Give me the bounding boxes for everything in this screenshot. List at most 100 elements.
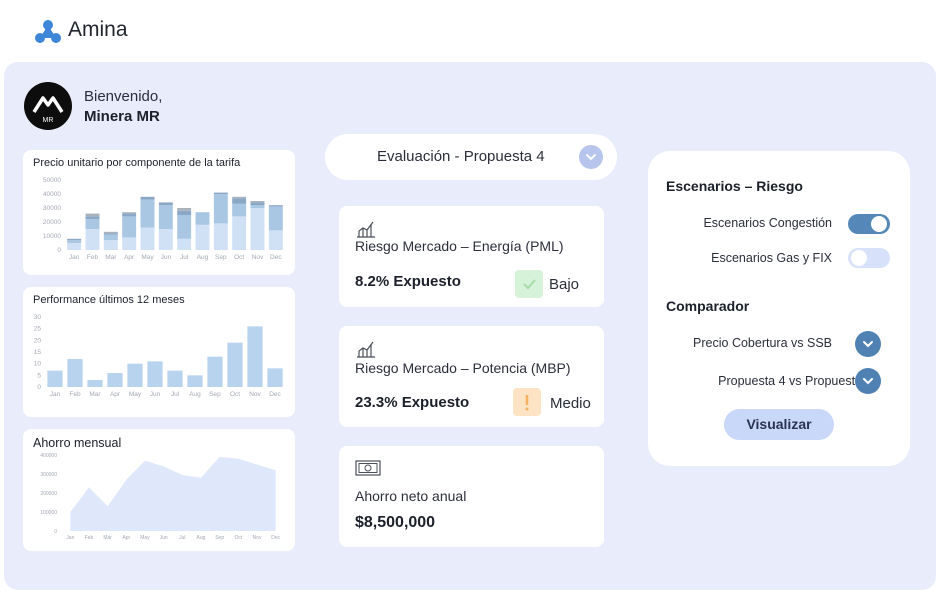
x-tick-label: Jan xyxy=(50,391,61,398)
bar-segment xyxy=(158,205,173,229)
x-tick-label: Jan xyxy=(69,254,80,261)
bar-segment xyxy=(213,194,228,224)
toggle-gas-fix[interactable] xyxy=(848,248,890,268)
kpi-card-energia: Riesgo Mercado – Energía (PML) 8.2% Expu… xyxy=(339,206,604,307)
status-box-bajo xyxy=(515,270,543,298)
evaluation-selected: Evaluación - Propuesta 4 xyxy=(377,148,545,165)
scenario-panel: Escenarios – Riesgo Escenarios Congestió… xyxy=(648,151,910,466)
bar-segment xyxy=(267,368,283,387)
bar-segment xyxy=(177,210,192,215)
y-tick-label: 400000 xyxy=(40,453,57,459)
precio-chart: 0 10000 20000 30000 40000 50000 Jan Feb Mar Apr Ma… xyxy=(43,177,283,261)
money-bill-icon xyxy=(355,460,381,476)
bar-segment xyxy=(187,375,203,387)
bar-segment xyxy=(85,219,100,229)
bar-segment xyxy=(122,212,137,214)
bar-segment xyxy=(67,359,83,387)
bar-segment xyxy=(250,205,265,208)
bar-segment xyxy=(207,356,223,387)
x-tick-label: Dec xyxy=(270,254,282,261)
bar-segment xyxy=(67,243,82,250)
bar-segment xyxy=(67,240,82,243)
x-tick-label: Aug xyxy=(197,535,206,541)
bar-segment xyxy=(213,192,228,194)
y-tick-label: 30000 xyxy=(43,205,61,212)
evaluation-dropdown[interactable]: Evaluación - Propuesta 4 xyxy=(325,134,617,180)
kpi-card-ahorro: Ahorro neto anual $8,500,000 xyxy=(339,446,604,547)
brand-name: Amina xyxy=(68,18,128,41)
bar-segment xyxy=(158,202,173,206)
kpi-value: 23.3% Expuesto xyxy=(355,394,470,411)
toggle-label-gas-fix: Escenarios Gas y FIX xyxy=(711,251,832,265)
bar-segment xyxy=(103,231,118,234)
x-tick-label: Feb xyxy=(87,254,99,261)
avatar[interactable]: MR xyxy=(24,82,72,130)
kpi-title: Riesgo Mercado – Potencia (MBP) xyxy=(355,360,571,376)
x-tick-label: Jun xyxy=(161,254,172,261)
bar-segment xyxy=(87,380,103,387)
comparador-heading: Comparador xyxy=(666,298,750,314)
bar-chart-icon xyxy=(357,221,375,238)
bar-segment xyxy=(140,227,155,250)
x-tick-label: Dec xyxy=(271,535,280,541)
status-box-medio xyxy=(513,388,541,416)
bar-segment xyxy=(250,202,265,206)
ahorro-chart: 0 100000 200000 300000 400000 Jan Feb Mar Apr May… xyxy=(40,453,280,541)
x-tick-label: Dec xyxy=(269,391,281,398)
chevron-down-icon[interactable] xyxy=(855,331,881,357)
y-tick-label: 5 xyxy=(37,372,41,379)
kpi-title: Riesgo Mercado – Energía (PML) xyxy=(355,238,564,254)
area-series xyxy=(70,456,276,531)
kpi-value: $8,500,000 xyxy=(355,514,436,531)
compare-label-propuesta: Propuesta 4 vs Propuesta xyxy=(718,374,862,388)
bar-segment xyxy=(232,203,247,217)
y-tick-label: 10000 xyxy=(43,233,61,240)
x-tick-label: Jan xyxy=(66,535,74,541)
bar-segment xyxy=(167,370,183,387)
x-tick-label: Mar xyxy=(103,535,112,541)
y-tick-label: 0 xyxy=(57,247,61,254)
bar-segment xyxy=(85,229,100,250)
bar-segment xyxy=(268,230,283,250)
bar-segment xyxy=(232,196,247,199)
ahorro-chart-card: Ahorro mensual 0 100000 200000 300000 400000… xyxy=(23,429,295,551)
bar-segment xyxy=(122,237,137,250)
performance-chart: 0 5 10 15 20 25 30 Jan Feb Mar Apr May Jun Jul Aug Sep O… xyxy=(34,314,283,398)
bar-segment xyxy=(195,224,210,250)
bar-segment xyxy=(85,213,100,217)
y-tick-label: 15 xyxy=(34,349,42,356)
avatar-text: MR xyxy=(43,117,54,124)
x-tick-label: Jul xyxy=(179,535,185,541)
x-tick-label: Jun xyxy=(150,391,161,398)
x-tick-label: Nov xyxy=(252,254,264,261)
check-icon xyxy=(523,279,536,290)
y-tick-label: 40000 xyxy=(43,191,61,198)
status-label: Bajo xyxy=(549,276,580,293)
dashboard-canvas: MR Bienvenido, Minera MR Precio unitario… xyxy=(4,62,936,590)
compare-label-precio: Precio Cobertura vs SSB xyxy=(693,336,832,350)
bar-segment xyxy=(195,212,210,225)
x-tick-label: Apr xyxy=(124,254,135,261)
mountain-logo-icon: MR xyxy=(32,96,64,124)
y-tick-label: 300000 xyxy=(40,472,57,478)
y-tick-label: 30 xyxy=(34,314,42,321)
chevron-down-icon[interactable] xyxy=(855,368,881,394)
x-tick-label: Oct xyxy=(234,535,242,541)
y-tick-label: 100000 xyxy=(40,510,57,516)
x-tick-label: Aug xyxy=(197,254,209,261)
chevron-down-icon[interactable] xyxy=(579,145,603,169)
bar-segment xyxy=(268,206,283,231)
visualizar-button[interactable]: Visualizar xyxy=(724,409,834,440)
status-label: Medio xyxy=(550,395,591,412)
amina-logo-icon xyxy=(35,20,61,43)
kpi-value: 8.2% Expuesto xyxy=(355,273,461,290)
performance-chart-card: Performance últimos 12 meses 0 5 10 15 20 25 3… xyxy=(23,287,295,417)
toggle-congestion[interactable] xyxy=(848,214,890,234)
bar-segment xyxy=(103,240,118,250)
bar-segment xyxy=(47,370,63,387)
x-tick-label: Sep xyxy=(209,391,221,398)
toggle-label-congestion: Escenarios Congestión xyxy=(703,216,832,230)
bar-segment xyxy=(140,196,155,200)
x-tick-label: Apr xyxy=(122,535,130,541)
bar-segment xyxy=(227,342,243,387)
